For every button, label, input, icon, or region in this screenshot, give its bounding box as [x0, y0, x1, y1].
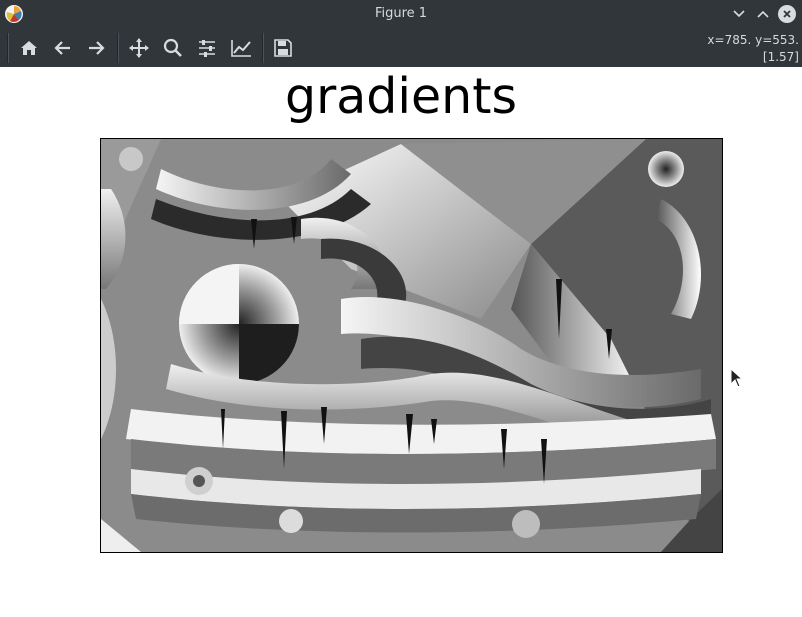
arrow-left-icon[interactable]: [50, 35, 76, 61]
window-title: Figure 1: [374, 6, 428, 21]
close-icon[interactable]: [777, 4, 797, 24]
floppy-disk-icon[interactable]: [270, 35, 296, 61]
toolbar-separator: [262, 33, 264, 63]
line-chart-icon[interactable]: [228, 35, 254, 61]
maximize-icon[interactable]: [753, 4, 773, 24]
coords-value: [1.57]: [762, 50, 799, 64]
gradient-image: [101, 139, 722, 552]
title-bar[interactable]: Figure 1: [0, 0, 802, 28]
sliders-icon[interactable]: [194, 35, 220, 61]
coords-xy: x=785. y=553.: [707, 33, 799, 47]
navigation-toolbar: x=785. y=553. [1.57]: [0, 28, 802, 67]
minimize-icon[interactable]: [729, 4, 749, 24]
mouse-cursor-icon: [730, 367, 744, 388]
figure-window: Figure 1 x=785. y=553. [1.57] gradients: [0, 0, 802, 617]
move-icon[interactable]: [126, 35, 152, 61]
arrow-right-icon[interactable]: [83, 35, 109, 61]
toolbar-separator: [117, 33, 119, 63]
magnifier-icon[interactable]: [160, 35, 186, 61]
home-icon[interactable]: [16, 35, 42, 61]
figure-canvas[interactable]: gradients: [0, 67, 802, 617]
toolbar-grip: [7, 33, 9, 63]
cursor-coordinates: x=785. y=553. [1.57]: [707, 32, 799, 66]
image-axes[interactable]: [100, 138, 723, 553]
plot-title: gradients: [285, 68, 517, 125]
